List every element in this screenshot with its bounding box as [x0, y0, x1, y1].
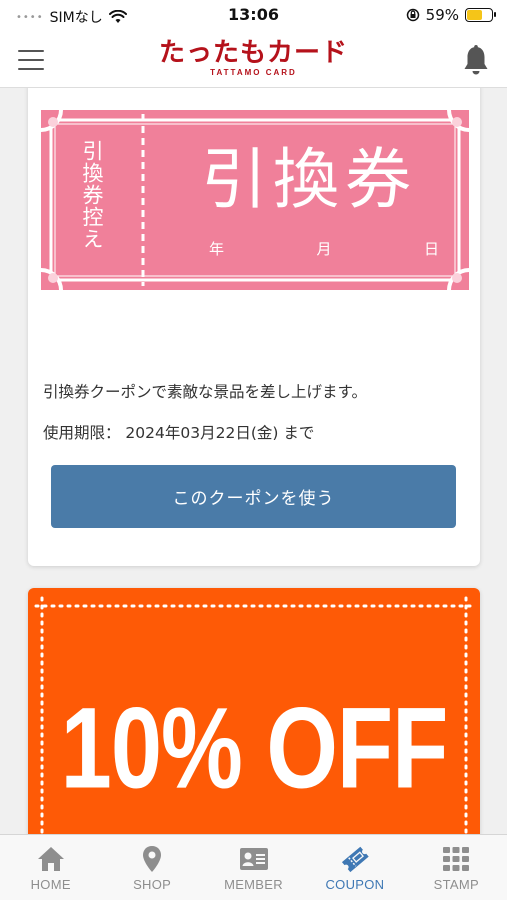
nav-stamp[interactable]: STAMP [406, 835, 507, 900]
nav-coupon[interactable]: COUPON [304, 835, 405, 900]
app-logo: たったもカード TATTAMO CARD [0, 38, 507, 77]
coupon-card-discount[interactable]: 10% OFF [28, 588, 480, 834]
exchange-ticket-image: 引換券控え 引換券 年 月 日 [19, 88, 491, 312]
map-pin-icon [143, 846, 162, 872]
battery-icon [465, 8, 496, 22]
bell-icon[interactable] [461, 44, 491, 76]
nav-home-label: HOME [30, 877, 71, 892]
app-header: たったもカード TATTAMO CARD [0, 32, 507, 88]
ticket-title-text: 引換券 [201, 141, 417, 218]
logo-main-text: たったもカード [158, 38, 348, 68]
home-icon [37, 847, 64, 871]
battery-percent: 59% [425, 6, 459, 24]
ticket-date-month: 月 [316, 240, 332, 258]
ticket-date-row: 年 月 日 [209, 238, 439, 259]
use-coupon-button[interactable]: このクーポンを使う [51, 465, 456, 528]
nav-coupon-label: COUPON [325, 877, 385, 892]
coupon-expiry: 使用期限： 2024年03月22日(金) まで [43, 424, 315, 442]
ticket-date-day: 日 [423, 240, 439, 258]
ticket-date-year: 年 [209, 240, 225, 258]
ticket-stub-text: 引換券控え [80, 140, 104, 250]
nav-shop-label: SHOP [133, 877, 172, 892]
bottom-nav: HOME SHOP MEMBER COUPON STAMP [0, 834, 507, 900]
nav-stamp-label: STAMP [433, 877, 479, 892]
status-right: 59% [406, 6, 496, 24]
orientation-lock-icon [406, 8, 419, 22]
ticket-icon [341, 846, 369, 873]
nav-member[interactable]: MEMBER [203, 835, 304, 900]
coupon-list[interactable]: 引換券控え 引換券 年 月 日 引換券クーポンで素敵な景品を差し上げます。 使用… [0, 88, 507, 834]
discount-title: 10% OFF [60, 684, 449, 813]
logo-sub-text: TATTAMO CARD [210, 68, 297, 77]
status-bar: •••• SIMなし 13:06 59% [0, 0, 507, 32]
grid-icon [443, 847, 470, 871]
coupon-description: 引換券クーポンで素敵な景品を差し上げます。 [43, 383, 367, 401]
discount-coupon-image: 10% OFF [28, 588, 480, 834]
nav-shop[interactable]: SHOP [101, 835, 202, 900]
nav-home[interactable]: HOME [0, 835, 101, 900]
member-card-icon [239, 848, 268, 870]
nav-member-label: MEMBER [224, 877, 283, 892]
coupon-card-exchange: 引換券控え 引換券 年 月 日 引換券クーポンで素敵な景品を差し上げます。 使用… [19, 88, 491, 566]
